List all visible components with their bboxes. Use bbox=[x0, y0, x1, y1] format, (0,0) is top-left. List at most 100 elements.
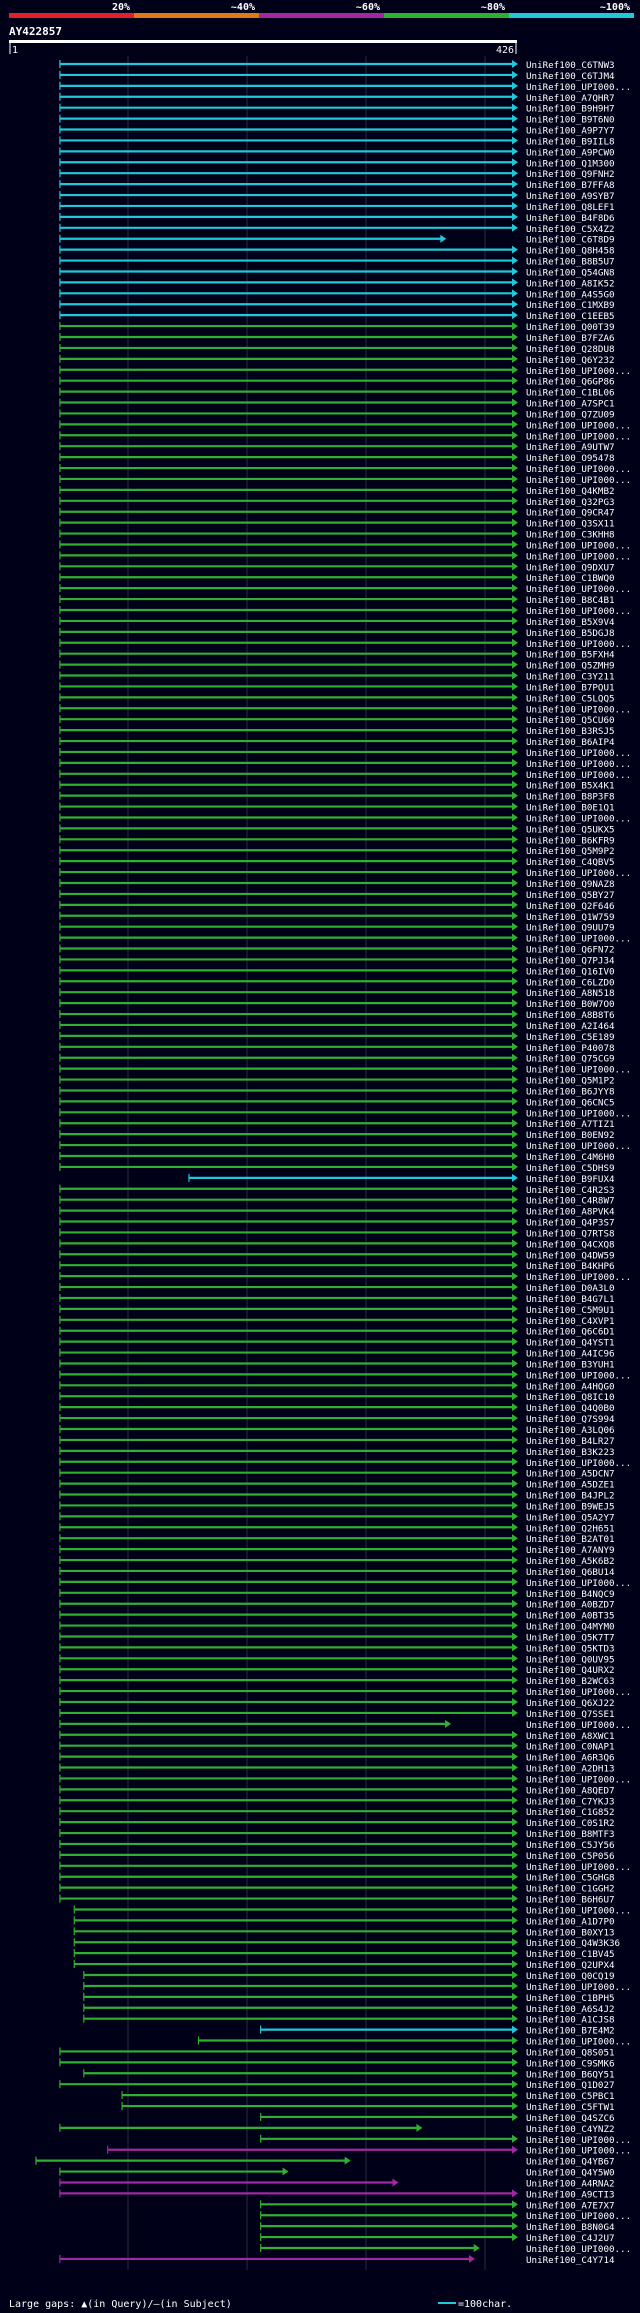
hit-row[interactable]: UniRef100_A7E7X7 bbox=[260, 2200, 615, 2211]
hit-row[interactable]: UniRef100_Q9FNH2 bbox=[59, 169, 615, 180]
hit-row[interactable]: UniRef100_B0E1Q1 bbox=[59, 802, 615, 814]
hit-label[interactable]: UniRef100_B9H9H7 bbox=[526, 104, 615, 115]
hit-row[interactable]: UniRef100_A4HQG0 bbox=[59, 1381, 615, 1392]
hit-label[interactable]: UniRef100_Q7RTS8 bbox=[526, 1228, 615, 1239]
hit-row[interactable]: UniRef100_C5LQQ5 bbox=[59, 693, 615, 704]
hit-row[interactable]: UniRef100_B7FZA6 bbox=[59, 333, 615, 344]
hit-row[interactable]: UniRef100_UPI000... bbox=[260, 2211, 631, 2222]
hit-row[interactable]: UniRef100_B3YUH1 bbox=[59, 1359, 615, 1370]
hit-row[interactable]: UniRef100_A8B8T6 bbox=[59, 1010, 615, 1021]
hit-row[interactable]: UniRef100_Q4W3K36 bbox=[73, 1938, 620, 1949]
hit-row[interactable]: UniRef100_UPI000... bbox=[59, 747, 631, 759]
hit-label[interactable]: UniRef100_C4M6H0 bbox=[526, 1152, 615, 1163]
hit-label[interactable]: UniRef100_UPI000... bbox=[526, 1108, 631, 1119]
hit-row[interactable]: UniRef100_Q2H651 bbox=[59, 1523, 615, 1534]
hit-row[interactable]: UniRef100_UPI000... bbox=[59, 464, 631, 475]
hit-label[interactable]: UniRef100_A7SPC1 bbox=[526, 399, 615, 410]
hit-label[interactable]: UniRef100_B7E4M2 bbox=[526, 2026, 615, 2037]
hit-row[interactable]: UniRef100_B8C4B1 bbox=[59, 595, 615, 606]
hit-row[interactable]: UniRef100_Q5K7T7 bbox=[59, 1632, 615, 1643]
hit-label[interactable]: UniRef100_C6TJM4 bbox=[526, 71, 615, 82]
hit-label[interactable]: UniRef100_A9PCW0 bbox=[526, 147, 615, 158]
hit-label[interactable]: UniRef100_Q4W3K36 bbox=[526, 1938, 620, 1949]
hit-row[interactable]: UniRef100_C4QBV5 bbox=[59, 857, 615, 868]
hit-label[interactable]: UniRef100_A4HQG0 bbox=[526, 1381, 615, 1392]
hit-row[interactable]: UniRef100_C1BV45 bbox=[73, 1949, 615, 1960]
hit-row[interactable]: UniRef100_C5GHG8 bbox=[59, 1872, 615, 1884]
hit-label[interactable]: UniRef100_UPI000... bbox=[526, 2244, 631, 2255]
hit-label[interactable]: UniRef100_Q8H458 bbox=[526, 246, 615, 257]
hit-label[interactable]: UniRef100_Q5UKX5 bbox=[526, 824, 615, 835]
hit-row[interactable]: UniRef100_B4F8D6 bbox=[59, 212, 615, 224]
hit-label[interactable]: UniRef100_Q5BY27 bbox=[526, 890, 615, 901]
hit-label[interactable]: UniRef100_B4JPL2 bbox=[526, 1491, 615, 1502]
hit-row[interactable]: UniRef100_Q5UKX5 bbox=[59, 824, 615, 835]
hit-label[interactable]: UniRef100_C0S1R2 bbox=[526, 1818, 615, 1829]
hit-row[interactable]: UniRef100_Q4DW59 bbox=[59, 1250, 615, 1261]
hit-row[interactable]: UniRef100_C5PBC1 bbox=[121, 2091, 615, 2102]
hit-row[interactable]: UniRef100_UPI000... bbox=[59, 1687, 631, 1698]
hit-row[interactable]: UniRef100_B0W7O0 bbox=[59, 999, 615, 1010]
hit-row[interactable]: UniRef100_UPI000... bbox=[59, 420, 631, 431]
hit-label[interactable]: UniRef100_UPI000... bbox=[526, 2146, 631, 2157]
hit-label[interactable]: UniRef100_A7QHR7 bbox=[526, 93, 615, 104]
hit-row[interactable]: UniRef100_C5X4Z2 bbox=[59, 223, 615, 235]
hit-row[interactable]: UniRef100_D0A3L0 bbox=[59, 1283, 615, 1294]
hit-label[interactable]: UniRef100_B2WC63 bbox=[526, 1676, 615, 1687]
hit-row[interactable]: UniRef100_UPI000... bbox=[59, 1457, 631, 1469]
hit-row[interactable]: UniRef100_B8B5U7 bbox=[59, 256, 615, 268]
hit-row[interactable]: UniRef100_A8XWC1 bbox=[59, 1730, 615, 1742]
hit-row[interactable]: UniRef100_Q8IC10 bbox=[59, 1392, 615, 1403]
hit-row[interactable]: UniRef100_UPI000... bbox=[59, 431, 631, 442]
hit-label[interactable]: UniRef100_Q4KMB2 bbox=[526, 486, 615, 497]
hit-label[interactable]: UniRef100_A1D7P0 bbox=[526, 1916, 615, 1927]
hit-label[interactable]: UniRef100_A4RNA2 bbox=[526, 2178, 615, 2189]
hit-row[interactable]: UniRef100_C6TJM4 bbox=[59, 70, 615, 82]
hit-label[interactable]: UniRef100_C3Y211 bbox=[526, 672, 615, 683]
hit-label[interactable]: UniRef100_UPI000... bbox=[526, 2135, 631, 2146]
hit-label[interactable]: UniRef100_C1MXB9 bbox=[526, 300, 615, 311]
hit-row[interactable]: UniRef100_C4J2U7 bbox=[260, 2233, 615, 2244]
hit-label[interactable]: UniRef100_A5DZE1 bbox=[526, 1480, 615, 1491]
hit-label[interactable]: UniRef100_Q75CG9 bbox=[526, 1054, 615, 1065]
hit-label[interactable]: UniRef100_Q5ZMH9 bbox=[526, 661, 615, 672]
hit-row[interactable]: UniRef100_Q9DXU7 bbox=[59, 562, 615, 573]
hit-label[interactable]: UniRef100_Q2UPX4 bbox=[526, 1960, 615, 1971]
hit-row[interactable]: UniRef100_A0BT35 bbox=[59, 1610, 615, 1622]
hit-label[interactable]: UniRef100_A8XWC1 bbox=[526, 1731, 615, 1742]
hit-label[interactable]: UniRef100_Q16IV0 bbox=[526, 966, 615, 977]
hit-label[interactable]: UniRef100_Q6CNC5 bbox=[526, 1097, 615, 1108]
hit-row[interactable]: UniRef100_UPI000... bbox=[59, 584, 631, 595]
hit-row[interactable]: UniRef100_UPI000... bbox=[59, 1370, 631, 1381]
hit-label[interactable]: UniRef100_B3YUH1 bbox=[526, 1359, 615, 1370]
hit-label[interactable]: UniRef100_UPI000... bbox=[526, 2211, 631, 2222]
hit-label[interactable]: UniRef100_A2DH13 bbox=[526, 1764, 615, 1775]
hit-label[interactable]: UniRef100_Q1W759 bbox=[526, 912, 615, 923]
hit-row[interactable]: UniRef100_A1CJS8 bbox=[83, 2014, 615, 2026]
hit-label[interactable]: UniRef100_A8QED7 bbox=[526, 1785, 615, 1796]
hit-label[interactable]: UniRef100_Q3SX11 bbox=[526, 519, 615, 530]
hit-row[interactable]: UniRef100_Q8H458 bbox=[59, 245, 615, 257]
hit-row[interactable]: UniRef100_Q75CG9 bbox=[59, 1053, 615, 1065]
hit-label[interactable]: UniRef100_UPI000... bbox=[526, 464, 631, 475]
hit-row[interactable]: UniRef100_Q7PJ34 bbox=[59, 955, 615, 966]
hit-label[interactable]: UniRef100_UPI000... bbox=[526, 366, 631, 377]
hit-label[interactable]: UniRef100_C5P056 bbox=[526, 1851, 615, 1862]
hit-row[interactable]: UniRef100_A9UTW7 bbox=[59, 442, 615, 453]
hit-label[interactable]: UniRef100_UPI000... bbox=[526, 1774, 631, 1785]
hit-row[interactable]: UniRef100_UPI000... bbox=[59, 769, 631, 781]
hit-row[interactable]: UniRef100_UPI000... bbox=[260, 2134, 631, 2146]
hit-row[interactable]: UniRef100_Q9NAZ8 bbox=[59, 879, 615, 890]
hit-label[interactable]: UniRef100_A5K6B2 bbox=[526, 1556, 615, 1567]
hit-label[interactable]: UniRef100_P40078 bbox=[526, 1043, 615, 1054]
hit-row[interactable]: UniRef100_B6JYY8 bbox=[59, 1086, 615, 1097]
hit-label[interactable]: UniRef100_UPI000... bbox=[526, 2037, 631, 2048]
hit-row[interactable]: UniRef100_C1EEB5 bbox=[59, 311, 615, 322]
hit-row[interactable]: UniRef100_B9WEJ5 bbox=[59, 1501, 615, 1512]
hit-label[interactable]: UniRef100_UPI000... bbox=[526, 420, 631, 431]
hit-row[interactable]: UniRef100_B4NQC9 bbox=[59, 1588, 615, 1600]
hit-label[interactable]: UniRef100_UPI000... bbox=[526, 1720, 631, 1731]
hit-row[interactable]: UniRef100_A7QHR7 bbox=[59, 92, 615, 104]
hit-row[interactable]: UniRef100_P40078 bbox=[59, 1042, 615, 1054]
hit-label[interactable]: UniRef100_B5X4K1 bbox=[526, 781, 615, 792]
